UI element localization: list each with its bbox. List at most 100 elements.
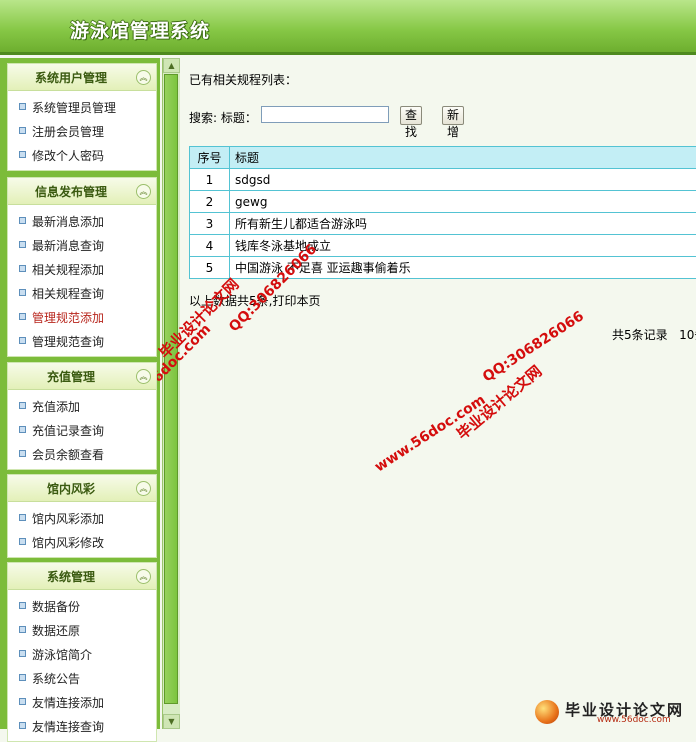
logo-site-text: www.56doc.com xyxy=(597,715,671,725)
sidebar-item[interactable]: 友情连接添加 xyxy=(8,689,156,713)
column-header-no: 序号 xyxy=(190,147,230,169)
bullet-icon xyxy=(19,103,26,110)
sidebar-item-label: 最新消息查询 xyxy=(32,237,104,254)
sidebar-item-label: 充值记录查询 xyxy=(32,422,104,439)
bullet-icon xyxy=(19,650,26,657)
row-number: 2 xyxy=(190,191,230,213)
app-title: 游泳馆管理系统 xyxy=(70,16,210,43)
sidebar-item[interactable]: 馆内风彩添加 xyxy=(8,505,156,529)
table-row[interactable]: 1sdgsd xyxy=(190,169,696,191)
sidebar-item[interactable]: 最新消息查询 xyxy=(8,232,156,256)
list-heading: 已有相关规程列表： xyxy=(189,71,297,88)
collapse-chevron-icon[interactable]: ︽ xyxy=(136,569,151,584)
sidebar-item[interactable]: 充值记录查询 xyxy=(8,417,156,441)
sidebar-item-label: 馆内风彩修改 xyxy=(32,534,104,551)
sidebar-item[interactable]: 注册会员管理 xyxy=(8,118,156,142)
sidebar-panel-header[interactable]: 系统用户管理︽ xyxy=(8,64,156,91)
bullet-icon xyxy=(19,514,26,521)
bullet-icon xyxy=(19,698,26,705)
search-label: 搜索: 标题： xyxy=(189,109,257,126)
page-size-label: 10条 xyxy=(679,328,696,342)
row-number: 4 xyxy=(190,235,230,257)
record-count: 共5条记录 10条 xyxy=(612,326,696,343)
row-number: 5 xyxy=(190,257,230,279)
sidebar-item[interactable]: 管理规范添加 xyxy=(8,304,156,328)
sidebar-panel: 系统用户管理︽ 系统管理员管理注册会员管理修改个人密码 xyxy=(7,63,157,171)
sidebar-panel-header[interactable]: 充值管理︽ xyxy=(8,363,156,390)
watermark-logo: 毕业设计论文网 www.56doc.com xyxy=(535,698,695,726)
row-title-link[interactable]: sdgsd xyxy=(230,169,696,191)
collapse-chevron-icon[interactable]: ︽ xyxy=(136,481,151,496)
bullet-icon xyxy=(19,289,26,296)
sidebar-item[interactable]: 修改个人密码 xyxy=(8,142,156,166)
sidebar-item[interactable]: 最新消息添加 xyxy=(8,208,156,232)
scroll-down-arrow-icon[interactable]: ▼ xyxy=(163,714,180,729)
sidebar-item[interactable]: 充值添加 xyxy=(8,393,156,417)
bullet-icon xyxy=(19,313,26,320)
sidebar-item-label: 相关规程添加 xyxy=(32,261,104,278)
search-title-input[interactable] xyxy=(261,106,389,123)
sidebar-panel-title: 系统用户管理 xyxy=(8,69,134,86)
table-row[interactable]: 2gewg xyxy=(190,191,696,213)
sidebar-item[interactable]: 数据备份 xyxy=(8,593,156,617)
bullet-icon xyxy=(19,151,26,158)
sidebar-item[interactable]: 系统公告 xyxy=(8,665,156,689)
sidebar-panel-header[interactable]: 信息发布管理︽ xyxy=(8,178,156,205)
row-title-link[interactable]: gewg xyxy=(230,191,696,213)
sidebar-item-label: 数据还原 xyxy=(32,622,80,639)
sidebar-panel-title: 充值管理 xyxy=(8,368,134,385)
sidebar-panel: 信息发布管理︽ 最新消息添加最新消息查询相关规程添加相关规程查询管理规范添加管理规… xyxy=(7,177,157,357)
main-content: 已有相关规程列表： 搜索: 标题： 查找 新增 序号 标题 1sdgsd2gew… xyxy=(180,58,696,729)
scroll-thumb[interactable] xyxy=(164,74,178,704)
record-count-label: 共5条记录 xyxy=(612,328,668,342)
row-title-link[interactable]: 所有新生儿都适合游泳吗 xyxy=(230,213,696,235)
sidebar-panel-header[interactable]: 系统管理︽ xyxy=(8,563,156,590)
sidebar-item[interactable]: 相关规程添加 xyxy=(8,256,156,280)
sidebar-item[interactable]: 相关规程查询 xyxy=(8,280,156,304)
row-number: 1 xyxy=(190,169,230,191)
sidebar-item[interactable]: 会员余额查看 xyxy=(8,441,156,465)
bullet-icon xyxy=(19,450,26,457)
collapse-chevron-icon[interactable]: ︽ xyxy=(136,184,151,199)
sidebar-item-label: 馆内风彩添加 xyxy=(32,510,104,527)
sidebar-item-label: 友情连接添加 xyxy=(32,694,104,711)
sidebar-panel-header[interactable]: 馆内风彩︽ xyxy=(8,475,156,502)
column-header-title: 标题 xyxy=(230,147,696,169)
logo-ball-icon xyxy=(535,700,559,724)
sidebar-item[interactable]: 馆内风彩修改 xyxy=(8,529,156,553)
sidebar-item-label: 管理规范添加 xyxy=(32,309,104,326)
bullet-icon xyxy=(19,402,26,409)
table-row[interactable]: 3所有新生儿都适合游泳吗 xyxy=(190,213,696,235)
bullet-icon xyxy=(19,722,26,729)
collapse-chevron-icon[interactable]: ︽ xyxy=(136,369,151,384)
bullet-icon xyxy=(19,241,26,248)
bullet-icon xyxy=(19,426,26,433)
sidebar-panel-title: 信息发布管理 xyxy=(8,183,134,200)
sidebar-item-label: 注册会员管理 xyxy=(32,123,104,140)
bullet-icon xyxy=(19,127,26,134)
find-button[interactable]: 查找 xyxy=(400,106,422,125)
collapse-chevron-icon[interactable]: ︽ xyxy=(136,70,151,85)
table-row[interactable]: 5中国游泳 不足喜 亚运趣事偷着乐 xyxy=(190,257,696,279)
sidebar-item[interactable]: 管理规范查询 xyxy=(8,328,156,352)
sidebar-item[interactable]: 数据还原 xyxy=(8,617,156,641)
sidebar-item[interactable]: 游泳馆简介 xyxy=(8,641,156,665)
bullet-icon xyxy=(19,674,26,681)
sidebar-item[interactable]: 友情连接查询 xyxy=(8,713,156,737)
rules-table: 序号 标题 1sdgsd2gewg3所有新生儿都适合游泳吗4钱库冬泳基地成立5中… xyxy=(189,146,696,279)
sidebar-item-label: 系统管理员管理 xyxy=(32,99,116,116)
sidebar-item-label: 充值添加 xyxy=(32,398,80,415)
bullet-icon xyxy=(19,337,26,344)
sidebar-panel-title: 馆内风彩 xyxy=(8,480,134,497)
bullet-icon xyxy=(19,626,26,633)
scroll-up-arrow-icon[interactable]: ▲ xyxy=(163,58,180,73)
add-button[interactable]: 新增 xyxy=(442,106,464,125)
sidebar-item[interactable]: 系统管理员管理 xyxy=(8,94,156,118)
sidebar-item-label: 系统公告 xyxy=(32,670,80,687)
table-row[interactable]: 4钱库冬泳基地成立 xyxy=(190,235,696,257)
sidebar-scrollbar[interactable]: ▲ ▼ xyxy=(162,58,180,729)
sidebar-panel: 充值管理︽ 充值添加充值记录查询会员余额查看 xyxy=(7,362,157,470)
sidebar-item-label: 友情连接查询 xyxy=(32,718,104,735)
bullet-icon xyxy=(19,217,26,224)
sidebar-item-label: 游泳馆简介 xyxy=(32,646,92,663)
